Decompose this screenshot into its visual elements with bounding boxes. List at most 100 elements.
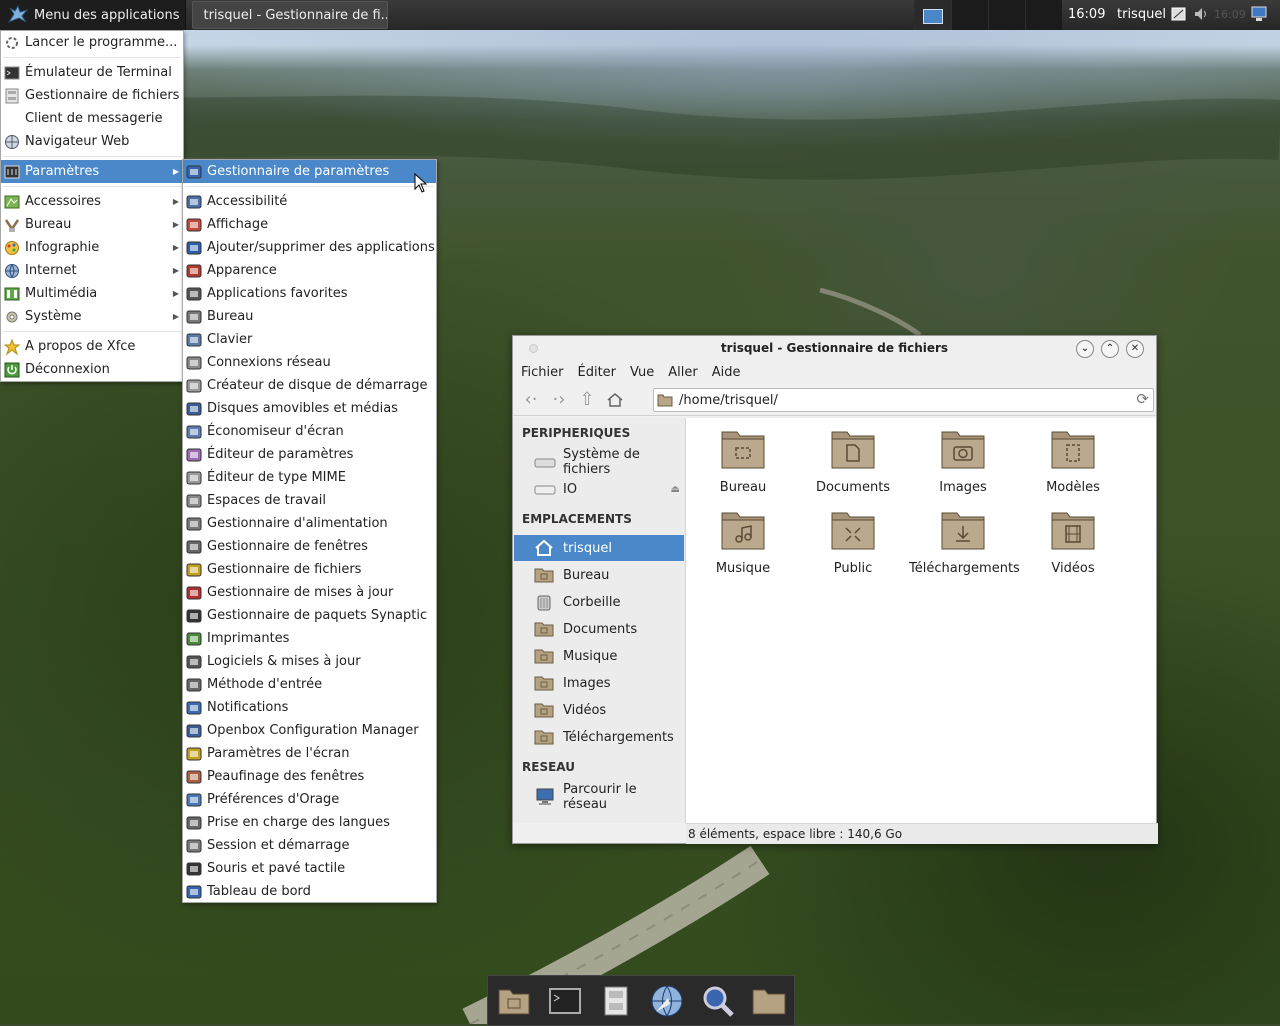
folder-item[interactable]: Documents — [799, 428, 907, 495]
settings-menu-item[interactable]: Affichage — [183, 213, 436, 236]
folder-item[interactable]: Téléchargements — [909, 509, 1020, 576]
settings-menu-item[interactable]: Économiseur d'écran — [183, 420, 436, 443]
settings-menu-item[interactable]: Apparence — [183, 259, 436, 282]
settings-menu-item[interactable]: Paramètres de l'écran — [183, 742, 436, 765]
settings-menu-item[interactable]: Gestionnaire de mises à jour — [183, 581, 436, 604]
menu-help[interactable]: Aide — [712, 365, 741, 380]
menu-item-about-xfce[interactable]: A propos de Xfce — [1, 335, 183, 358]
settings-menu-item[interactable]: Espaces de travail — [183, 489, 436, 512]
sidebar-item-place[interactable]: Images — [514, 670, 684, 696]
workspace-2[interactable] — [951, 0, 988, 30]
menu-item-office[interactable]: Bureau ▶ — [1, 213, 183, 236]
sidebar-item-place[interactable]: Corbeille — [514, 589, 684, 615]
settings-menu-item[interactable]: Imprimantes — [183, 627, 436, 650]
eject-icon[interactable]: ⏏ — [671, 484, 680, 495]
menu-file[interactable]: Fichier — [521, 365, 564, 380]
settings-menu-item[interactable]: Tableau de bord — [183, 880, 436, 903]
settings-menu-item[interactable]: Openbox Configuration Manager — [183, 719, 436, 742]
workspace-3[interactable] — [988, 0, 1025, 30]
menu-item-terminal[interactable]: Émulateur de Terminal — [1, 61, 183, 84]
up-icon[interactable]: ⇧ — [573, 388, 601, 412]
workspace-4[interactable] — [1025, 0, 1062, 30]
folder-item[interactable]: Modèles — [1019, 428, 1127, 495]
menu-item-accessories[interactable]: Accessoires ▶ — [1, 190, 183, 213]
folder-item[interactable]: Images — [909, 428, 1017, 495]
user-name[interactable]: trisquel — [1117, 7, 1166, 22]
settings-menu-item[interactable]: Ajouter/supprimer des applications — [183, 236, 436, 259]
workspace-pager[interactable] — [914, 0, 1062, 30]
settings-menu-item[interactable]: Gestionnaire de paquets Synaptic — [183, 604, 436, 627]
menu-view[interactable]: Vue — [630, 365, 654, 380]
dock-web-browser[interactable] — [648, 982, 686, 1020]
sidebar-item-browse-network[interactable]: Parcourir le réseau — [514, 782, 684, 812]
volume-icon[interactable] — [1192, 4, 1210, 24]
folder-item[interactable]: Bureau — [689, 428, 797, 495]
menu-item-graphics[interactable]: Infographie ▶ — [1, 236, 183, 259]
workspace-1[interactable] — [914, 0, 951, 30]
settings-menu-item[interactable]: Préférences d'Orage — [183, 788, 436, 811]
back-icon[interactable]: ‹· — [517, 388, 545, 412]
menu-go[interactable]: Aller — [668, 365, 697, 380]
applications-menu-button[interactable]: Menu des applications — [0, 0, 187, 30]
sidebar-item-place[interactable]: Documents — [514, 616, 684, 642]
menu-item-settings[interactable]: Paramètres ▶ — [1, 160, 183, 183]
dock-file-cabinet[interactable] — [597, 982, 635, 1020]
settings-menu-item[interactable]: Gestionnaire d'alimentation — [183, 512, 436, 535]
settings-menu-item[interactable]: Créateur de disque de démarrage — [183, 374, 436, 397]
folder-item[interactable]: Vidéos — [1019, 509, 1127, 576]
sidebar-item-place[interactable]: Vidéos — [514, 697, 684, 723]
settings-menu-item[interactable]: Peaufinage des fenêtres — [183, 765, 436, 788]
window-titlebar[interactable]: trisquel - Gestionnaire de fichiers ⌄ ⌃ … — [513, 336, 1156, 360]
menu-item-file-manager[interactable]: Gestionnaire de fichiers — [1, 84, 183, 107]
notes-icon[interactable] — [1170, 4, 1188, 24]
settings-menu-item[interactable]: Notifications — [183, 696, 436, 719]
folder-item[interactable]: Musique — [689, 509, 797, 576]
close-button[interactable]: ✕ — [1126, 340, 1144, 358]
dock-folder[interactable] — [750, 982, 788, 1020]
minimize-button[interactable]: ⌄ — [1076, 340, 1094, 358]
home-icon[interactable] — [601, 388, 629, 412]
sidebar-item-place[interactable]: Bureau — [514, 562, 684, 588]
reload-icon[interactable]: ⟳ — [1136, 390, 1149, 408]
settings-menu-item[interactable]: Méthode d'entrée — [183, 673, 436, 696]
menu-item-logout[interactable]: Déconnexion — [1, 358, 183, 381]
network-monitor-icon[interactable] — [1250, 4, 1268, 24]
dock-terminal[interactable] — [546, 982, 584, 1020]
settings-menu-item[interactable]: Éditeur de type MIME — [183, 466, 436, 489]
settings-menu-item[interactable]: Gestionnaire de fichiers — [183, 558, 436, 581]
menu-item-internet[interactable]: Internet ▶ — [1, 259, 183, 282]
sidebar-item-io[interactable]: IO ⏏ — [514, 476, 684, 502]
settings-menu-item[interactable]: Bureau — [183, 305, 436, 328]
settings-menu-item[interactable]: Clavier — [183, 328, 436, 351]
dock-home-folder[interactable] — [495, 982, 533, 1020]
sidebar-item-place[interactable]: Téléchargements — [514, 724, 684, 750]
settings-menu-item[interactable]: Souris et pavé tactile — [183, 857, 436, 880]
forward-icon[interactable]: ·› — [545, 388, 573, 412]
location-bar[interactable]: /home/trisquel/ ⟳ — [653, 388, 1154, 412]
settings-menu-item[interactable]: Session et démarrage — [183, 834, 436, 857]
taskbar-item-file-manager[interactable]: trisquel - Gestionnaire de fi... — [192, 1, 389, 29]
settings-menu-item[interactable]: Éditeur de paramètres — [183, 443, 436, 466]
menu-item-run-program[interactable]: Lancer le programme... — [1, 31, 183, 54]
maximize-button[interactable]: ⌃ — [1101, 340, 1119, 358]
sidebar-item-place[interactable]: trisquel — [514, 535, 684, 561]
clock[interactable]: 16:09 — [1068, 7, 1105, 22]
settings-menu-item[interactable]: Applications favorites — [183, 282, 436, 305]
settings-menu-item[interactable]: Gestionnaire de paramètres — [183, 160, 436, 183]
menu-item-mail-client[interactable]: Client de messagerie — [1, 107, 183, 130]
settings-menu-item[interactable]: Gestionnaire de fenêtres — [183, 535, 436, 558]
settings-menu-item[interactable]: Accessibilité — [183, 190, 436, 213]
sidebar-item-place[interactable]: Musique — [514, 643, 684, 669]
settings-menu-item[interactable]: Prise en charge des langues — [183, 811, 436, 834]
sidebar-item-filesystem[interactable]: Système de fichiers — [514, 447, 684, 477]
window-menu-icon[interactable] — [529, 344, 538, 353]
menu-item-multimedia[interactable]: Multimédia ▶ — [1, 282, 183, 305]
menu-item-web-browser[interactable]: Navigateur Web — [1, 130, 183, 153]
settings-menu-item[interactable]: Logiciels & mises à jour — [183, 650, 436, 673]
menu-item-system[interactable]: Système ▶ — [1, 305, 183, 328]
dock-search[interactable] — [699, 982, 737, 1020]
folder-item[interactable]: Public — [799, 509, 907, 576]
menu-edit[interactable]: Éditer — [578, 365, 617, 380]
settings-menu-item[interactable]: Connexions réseau — [183, 351, 436, 374]
settings-menu-item[interactable]: Disques amovibles et médias — [183, 397, 436, 420]
